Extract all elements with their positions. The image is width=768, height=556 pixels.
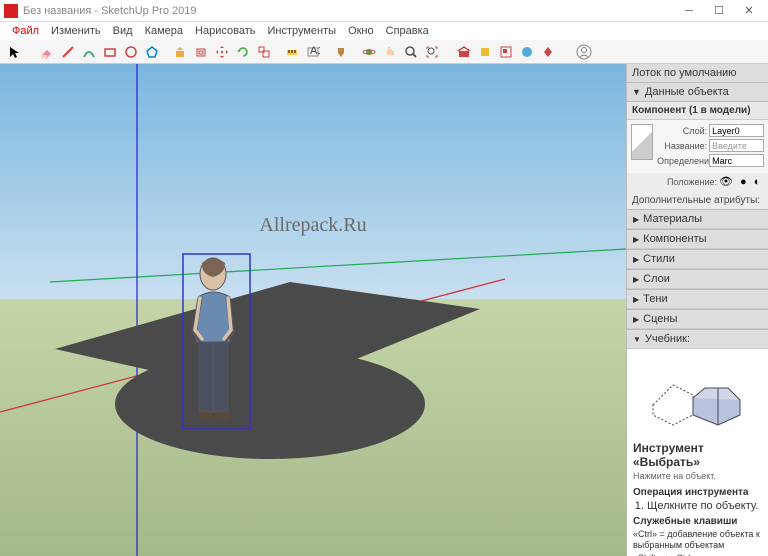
def-input[interactable]: Marc [709, 154, 764, 167]
acc-scenes[interactable]: ▶Сцены [627, 309, 768, 329]
instructor-subtitle: Нажмите на объект. [633, 471, 762, 481]
arc-icon[interactable] [80, 43, 98, 61]
menu-camera[interactable]: Камера [139, 23, 189, 39]
toolbar: A1 [0, 40, 768, 64]
layer-input[interactable]: Layer0 [709, 124, 764, 137]
line-icon[interactable] [59, 43, 77, 61]
visibility-icon[interactable]: 👁 [719, 175, 733, 188]
lock-icon[interactable]: ● [740, 176, 747, 188]
menubar: Файл Изменить Вид Камера Нарисовать Инст… [0, 22, 768, 40]
scale-icon[interactable] [255, 43, 273, 61]
acc-styles[interactable]: ▶Стили [627, 249, 768, 269]
titlebar: Без названия - SketchUp Pro 2019 ─ ☐ ✕ [0, 0, 768, 22]
geo-icon[interactable] [518, 43, 536, 61]
acc-materials[interactable]: ▶Материалы [627, 209, 768, 229]
maximize-button[interactable]: ☐ [704, 1, 734, 21]
select-icon[interactable] [6, 43, 24, 61]
component-thumbnail[interactable] [631, 124, 653, 160]
offset-icon[interactable] [192, 43, 210, 61]
pan-icon[interactable] [381, 43, 399, 61]
pushpull-icon[interactable] [171, 43, 189, 61]
paint-icon[interactable] [332, 43, 350, 61]
attrs-header: Дополнительные атрибуты: [627, 192, 768, 209]
move-icon[interactable] [213, 43, 231, 61]
acc-components[interactable]: ▶Компоненты [627, 229, 768, 249]
extension-icon[interactable] [476, 43, 494, 61]
op-step: Щелкните по объекту. [647, 500, 762, 512]
instructor-title: Инструмент «Выбрать» [633, 441, 762, 469]
svg-text:A1: A1 [310, 45, 320, 57]
viewport-3d[interactable]: Allrepack.Ru [0, 64, 626, 556]
layer-label: Слой: [657, 126, 707, 136]
acc-shadows[interactable]: ▶Тени [627, 289, 768, 309]
menu-edit[interactable]: Изменить [45, 23, 107, 39]
polygon-icon[interactable] [143, 43, 161, 61]
tray-panel: Лоток по умолчанию ▼Данные объекта Компо… [626, 64, 768, 556]
user-icon[interactable] [575, 43, 593, 61]
zoom-icon[interactable] [402, 43, 420, 61]
app-icon [4, 4, 18, 18]
text-icon[interactable]: A1 [304, 43, 322, 61]
close-button[interactable]: ✕ [734, 1, 764, 21]
component-info: Слой:Layer0 Название:Введите имя экземпл… [627, 120, 768, 173]
keys-header: Служебные клавиши [633, 516, 762, 527]
menu-draw[interactable]: Нарисовать [189, 23, 261, 39]
zoom-extents-icon[interactable] [423, 43, 441, 61]
orbit-icon[interactable] [360, 43, 378, 61]
name-input[interactable]: Введите имя экземпляра [709, 139, 764, 152]
extra-icon[interactable] [539, 43, 557, 61]
rectangle-icon[interactable] [101, 43, 119, 61]
entity-info-header[interactable]: ▼Данные объекта [627, 83, 768, 102]
menu-help[interactable]: Справка [380, 23, 435, 39]
minimize-button[interactable]: ─ [674, 1, 704, 21]
warehouse-icon[interactable] [455, 43, 473, 61]
layout-icon[interactable] [497, 43, 515, 61]
def-label: Определение: [657, 156, 707, 166]
menu-file[interactable]: Файл [6, 23, 45, 39]
pos-label: Положение: [631, 177, 717, 187]
key-2: «Shift» + «Ctrl» = удаление объекта из в… [633, 553, 762, 556]
instructor-illustration [633, 355, 762, 435]
name-label: Название: [657, 141, 707, 151]
instructor-panel: Инструмент «Выбрать» Нажмите на объект. … [627, 349, 768, 556]
eraser-icon[interactable] [38, 43, 56, 61]
menu-window[interactable]: Окно [342, 23, 380, 39]
circle-icon[interactable] [122, 43, 140, 61]
rotate-icon[interactable] [234, 43, 252, 61]
menu-tools[interactable]: Инструменты [261, 23, 342, 39]
op-header: Операция инструмента [633, 487, 762, 498]
tape-icon[interactable] [283, 43, 301, 61]
acc-layers[interactable]: ▶Слои [627, 269, 768, 289]
key-1: «Ctrl» = добавление объекта к выбранным … [633, 529, 762, 551]
window-title: Без названия - SketchUp Pro 2019 [23, 5, 674, 17]
shadow-icon[interactable]: ◐ [754, 176, 761, 188]
acc-instructor[interactable]: ▼Учебник: [627, 329, 768, 349]
tray-header[interactable]: Лоток по умолчанию [627, 64, 768, 83]
menu-view[interactable]: Вид [107, 23, 139, 39]
component-header: Компонент (1 в модели) [627, 102, 768, 120]
